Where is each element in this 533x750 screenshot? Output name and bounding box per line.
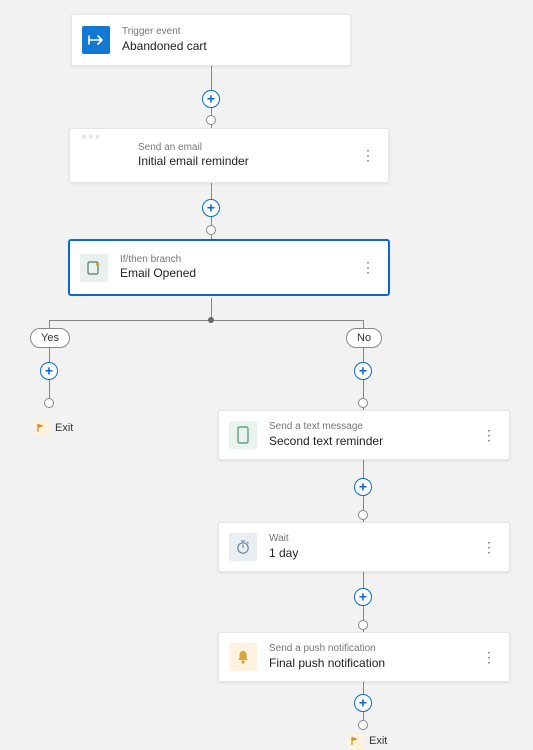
add-step-button-yes[interactable]: + xyxy=(40,362,58,380)
branch-type-label: If/then branch xyxy=(120,254,358,267)
add-step-button[interactable]: + xyxy=(354,588,372,606)
more-actions-icon[interactable]: ⋮ xyxy=(479,427,499,444)
wait-card[interactable]: Wait 1 day ⋮ xyxy=(218,522,510,572)
add-step-button[interactable]: + xyxy=(354,694,372,712)
wait-title-label: 1 day xyxy=(269,546,479,561)
step-terminator-dot xyxy=(358,510,368,520)
trigger-icon xyxy=(82,26,110,54)
branch-pill-no-label: No xyxy=(357,332,371,344)
email-type-label: Send an email xyxy=(138,142,358,155)
branch-icon xyxy=(80,254,108,282)
add-step-button[interactable]: + xyxy=(354,478,372,496)
push-title-label: Final push notification xyxy=(269,656,479,671)
more-actions-icon[interactable]: ⋮ xyxy=(358,147,378,164)
branch-pill-no: No xyxy=(346,328,382,348)
email-card[interactable]: ▧ ▧ ▧ Send an email Initial email remind… xyxy=(69,128,389,183)
more-actions-icon[interactable]: ⋮ xyxy=(358,259,378,276)
trigger-type-label: Trigger event xyxy=(122,26,340,39)
branch-pill-yes: Yes xyxy=(30,328,70,348)
add-step-button-no[interactable]: + xyxy=(354,362,372,380)
step-terminator-dot xyxy=(206,225,216,235)
branch-join-dot xyxy=(208,317,214,323)
sms-card[interactable]: Send a text message Second text reminder… xyxy=(218,410,510,460)
sms-type-label: Send a text message xyxy=(269,421,479,434)
exit-label: Exit xyxy=(369,735,387,747)
wait-type-label: Wait xyxy=(269,533,479,546)
add-step-button[interactable]: + xyxy=(202,199,220,217)
step-terminator-dot xyxy=(44,398,54,408)
branch-title-label: Email Opened xyxy=(120,266,358,281)
step-terminator-dot xyxy=(358,720,368,730)
add-step-button[interactable]: + xyxy=(202,90,220,108)
mobile-phone-icon xyxy=(229,421,257,449)
exit-marker-no: Exit xyxy=(347,733,387,749)
step-terminator-dot xyxy=(358,398,368,408)
step-terminator-dot xyxy=(358,620,368,630)
branch-card[interactable]: If/then branch Email Opened ⋮ xyxy=(69,240,389,295)
flag-icon xyxy=(347,733,363,749)
exit-marker-yes: Exit xyxy=(33,420,73,436)
more-actions-icon[interactable]: ⋮ xyxy=(479,539,499,556)
stopwatch-icon xyxy=(229,533,257,561)
email-preview-thumb: ▧ ▧ ▧ xyxy=(82,135,128,157)
email-title-label: Initial email reminder xyxy=(138,154,358,169)
flag-icon xyxy=(33,420,49,436)
trigger-title-label: Abandoned cart xyxy=(122,39,340,54)
push-type-label: Send a push notification xyxy=(269,643,479,656)
branch-pill-yes-label: Yes xyxy=(41,332,59,344)
more-actions-icon[interactable]: ⋮ xyxy=(479,649,499,666)
step-terminator-dot xyxy=(206,115,216,125)
connector-branch-horizontal xyxy=(49,320,363,321)
sms-title-label: Second text reminder xyxy=(269,434,479,449)
exit-label: Exit xyxy=(55,422,73,434)
trigger-card[interactable]: Trigger event Abandoned cart xyxy=(71,14,351,66)
push-card[interactable]: Send a push notification Final push noti… xyxy=(218,632,510,682)
bell-icon xyxy=(229,643,257,671)
